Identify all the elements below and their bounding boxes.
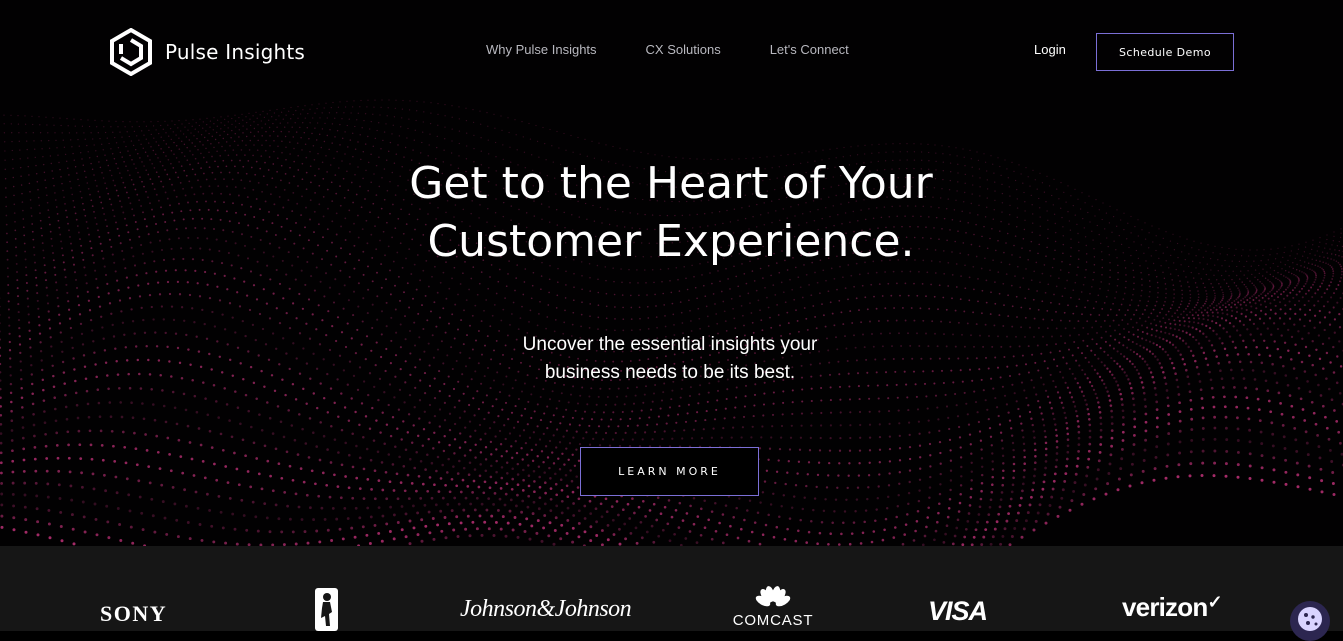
brand-name: Pulse Insights: [165, 40, 305, 64]
nav-link-lets-connect[interactable]: Let's Connect: [770, 42, 849, 57]
nba-logo: [315, 588, 338, 631]
nav-link-why-pulse-insights[interactable]: Why Pulse Insights: [486, 42, 597, 57]
sony-logo: SONY: [100, 601, 167, 627]
verizon-logo: verizon✓: [1122, 592, 1222, 623]
hero-subheadline: Uncover the essential insights your busi…: [470, 331, 870, 387]
comcast-wordmark: COMCAST: [730, 612, 816, 629]
hero-headline-line-2: Customer Experience.: [427, 216, 914, 267]
verizon-check-icon: ✓: [1207, 592, 1221, 612]
hero-headline: Get to the Heart of Your Customer Experi…: [371, 155, 971, 271]
johnson-and-johnson-logo: Johnson&Johnson: [460, 596, 631, 623]
visa-logo: VISA: [928, 596, 987, 627]
login-link[interactable]: Login: [1034, 42, 1066, 57]
hero-headline-line-1: Get to the Heart of Your: [409, 158, 933, 209]
cookie-icon: [1295, 604, 1325, 634]
schedule-demo-button[interactable]: Schedule Demo: [1096, 33, 1234, 71]
learn-more-button[interactable]: LEARN MORE: [580, 447, 759, 496]
brand-logo[interactable]: Pulse Insights: [109, 28, 305, 76]
hexagon-logo-icon: [109, 28, 153, 76]
nav-links: Why Pulse Insights CX Solutions Let's Co…: [486, 42, 898, 57]
nav-link-cx-solutions[interactable]: CX Solutions: [646, 42, 721, 57]
hero-section: Pulse Insights Why Pulse Insights CX Sol…: [0, 0, 1343, 546]
verizon-wordmark: verizon: [1122, 592, 1207, 622]
comcast-logo: COMCAST: [730, 586, 816, 631]
hero-subheadline-line-1: Uncover the essential insights your: [523, 334, 818, 355]
peacock-icon: [730, 586, 816, 612]
cookie-settings-button[interactable]: [1290, 601, 1330, 641]
hero-subheadline-line-2: business needs to be its best.: [545, 362, 795, 383]
top-navigation: Pulse Insights Why Pulse Insights CX Sol…: [0, 0, 1343, 100]
